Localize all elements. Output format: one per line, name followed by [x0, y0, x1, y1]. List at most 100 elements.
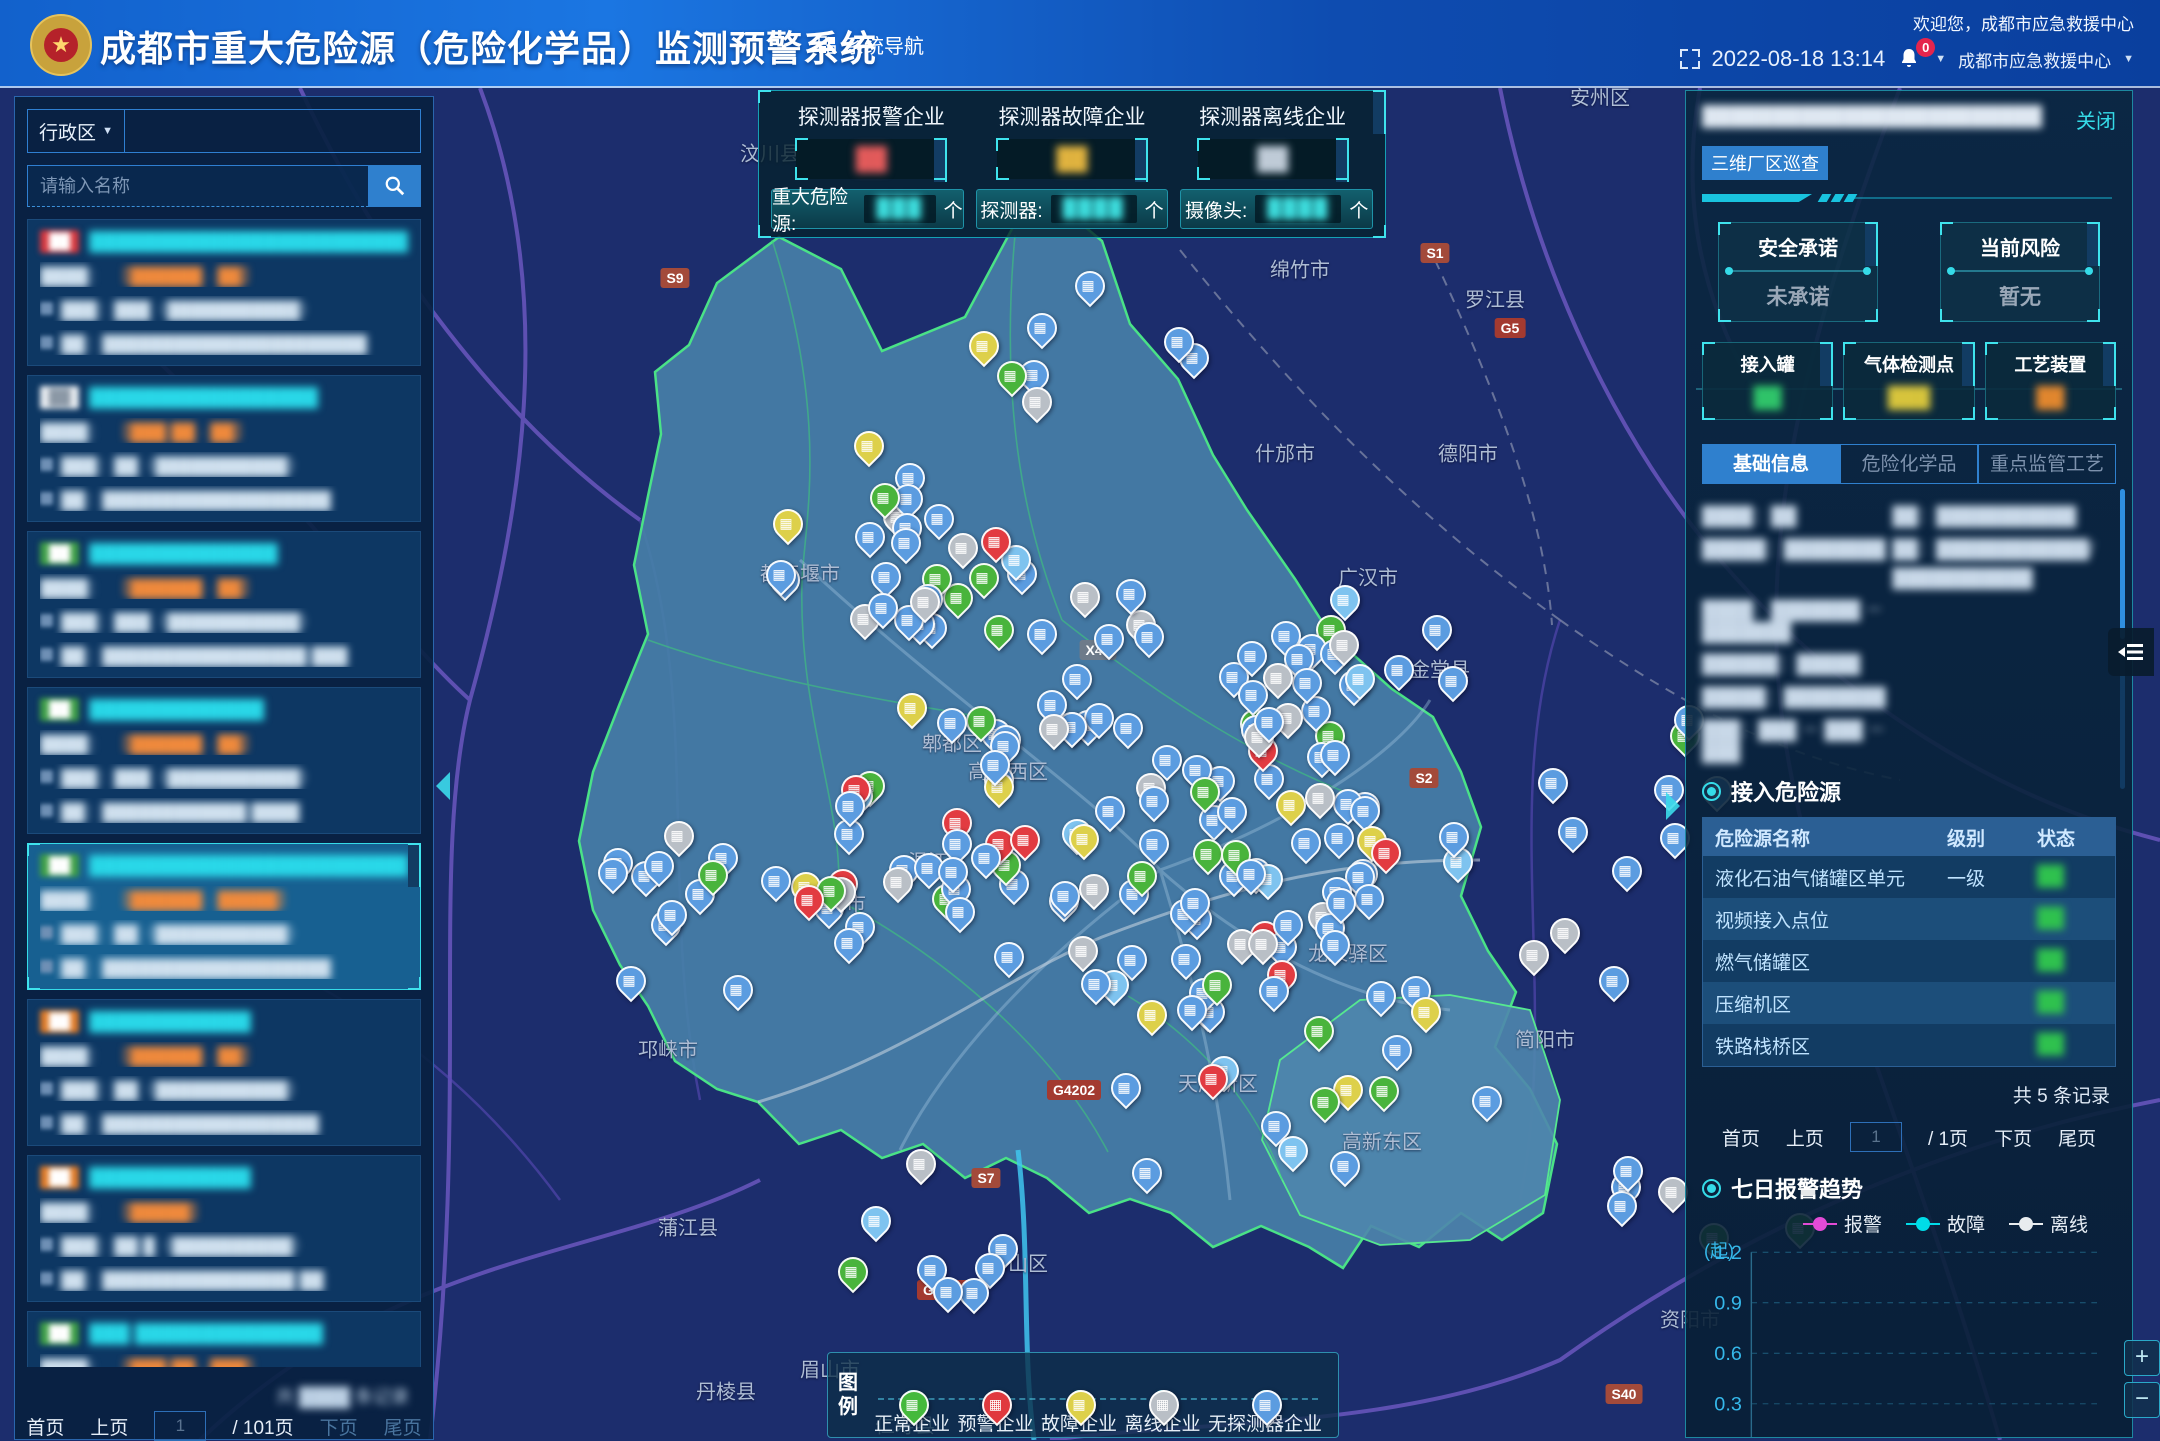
search-button[interactable] — [369, 165, 421, 207]
chevron-down-icon[interactable]: ▼ — [1935, 53, 1946, 65]
map-pin[interactable]: ▦ — [1234, 857, 1264, 897]
map-pin[interactable]: ▦ — [1369, 836, 1399, 876]
sidebar-collapse-handle[interactable] — [436, 772, 450, 800]
map-pin[interactable]: ▦ — [1188, 775, 1218, 815]
map-pin[interactable]: ▦ — [969, 841, 999, 881]
map-pin[interactable]: ▦ — [1380, 1033, 1410, 1073]
map-zoom-out-button[interactable]: − — [2124, 1382, 2160, 1418]
page-next[interactable]: 下页 — [320, 1413, 358, 1440]
map-pin[interactable]: ▦ — [1328, 583, 1358, 623]
map-pin[interactable]: ▦ — [1008, 823, 1038, 863]
map-pin[interactable]: ▦ — [1276, 1134, 1306, 1174]
map-pin[interactable]: ▦ — [1196, 1062, 1226, 1102]
map-pin[interactable]: ▦ — [1073, 269, 1103, 309]
map-pin[interactable]: ▦ — [1318, 738, 1348, 778]
page-prev[interactable]: 上页 — [90, 1413, 128, 1440]
chevron-down-icon[interactable]: ▼ — [2123, 53, 2134, 65]
map-pin[interactable]: ▦ — [1318, 928, 1348, 968]
region-filter-label[interactable]: 行政区▼ — [28, 110, 125, 152]
map-pin[interactable]: ▦ — [1308, 1085, 1338, 1125]
map-pin[interactable]: ▦ — [967, 329, 997, 369]
fullscreen-icon[interactable] — [1680, 49, 1700, 69]
3d-tour-button[interactable]: 三维厂区巡查 — [1702, 146, 1828, 180]
map-pin[interactable]: ▦ — [1150, 743, 1180, 783]
legend-item[interactable]: 离线 — [2009, 1210, 2088, 1237]
map-pin[interactable]: ▦ — [1246, 927, 1276, 967]
legend-item[interactable]: 故障 — [1906, 1210, 1985, 1237]
map-pin[interactable]: ▦ — [642, 849, 672, 889]
map-pin[interactable]: ▦ — [1436, 664, 1466, 704]
map-pin[interactable]: ▦ — [1178, 886, 1208, 926]
map-pin[interactable]: ▦ — [1536, 766, 1566, 806]
map-pin[interactable]: ▦ — [833, 789, 863, 829]
table-row[interactable]: 燃气储罐区 ██ — [1703, 940, 2115, 982]
region-filter[interactable]: 行政区▼ — [27, 109, 421, 153]
map-pin[interactable]: ▦ — [764, 558, 794, 598]
map-pin[interactable]: ▦ — [1252, 705, 1282, 745]
map-pin[interactable]: ▦ — [1137, 784, 1167, 824]
map-pin[interactable]: ▦ — [1548, 916, 1578, 956]
map-pin[interactable]: ▦ — [832, 926, 862, 966]
map-pin[interactable]: ▦ — [1382, 653, 1412, 693]
map-pin[interactable]: ▦ — [936, 855, 966, 895]
map-pin[interactable]: ▦ — [1597, 964, 1627, 1004]
map-pin[interactable]: ▦ — [1025, 617, 1055, 657]
map-pin[interactable]: ▦ — [1093, 794, 1123, 834]
map-pin[interactable]: ▦ — [1327, 628, 1357, 668]
page-next[interactable]: 下页 — [1994, 1124, 2032, 1151]
company-card[interactable]: ██ █████████████████ ████：【███ ██ · ██】 … — [27, 375, 421, 522]
map-pin[interactable]: ▦ — [1114, 577, 1144, 617]
map-pin[interactable]: ▦ — [946, 531, 976, 571]
notification-bell-icon[interactable]: 0 — [1897, 46, 1923, 72]
panel-toggle-button[interactable] — [2108, 628, 2154, 676]
map-pin[interactable]: ▦ — [759, 864, 789, 904]
map-pin[interactable]: ▦ — [881, 865, 911, 905]
map-pin[interactable]: ▦ — [895, 691, 925, 731]
map-pin[interactable]: ▦ — [1025, 311, 1055, 351]
nav-system-menu[interactable]: 系统导航 — [818, 30, 924, 59]
map-pin[interactable]: ▦ — [1048, 879, 1078, 919]
map-pin[interactable]: ▦ — [1290, 666, 1320, 706]
map-pin[interactable]: ▦ — [931, 1275, 961, 1315]
map-pin[interactable]: ▦ — [1324, 886, 1354, 926]
map-pin[interactable]: ▦ — [836, 1255, 866, 1295]
tab-0[interactable]: 基础信息 — [1702, 444, 1840, 484]
map-pin[interactable]: ▦ — [1135, 998, 1165, 1038]
map-pin[interactable]: ▦ — [866, 591, 896, 631]
map-pin[interactable]: ▦ — [992, 940, 1022, 980]
map-pin[interactable]: ▦ — [853, 520, 883, 560]
map-pin[interactable]: ▦ — [1082, 701, 1112, 741]
map-pin[interactable]: ▦ — [852, 429, 882, 469]
map-pin[interactable]: ▦ — [596, 856, 626, 896]
company-card[interactable]: ██ ████████████ ████：【█████】 ███：██ █（██… — [27, 1155, 421, 1302]
map-pin[interactable]: ▦ — [1109, 1071, 1139, 1111]
map-pin[interactable]: ▦ — [1343, 662, 1373, 702]
company-card[interactable]: ██ ███ ██████████████ ████：【███ ██ · ███… — [27, 1311, 421, 1367]
map-pin[interactable]: ▦ — [1235, 639, 1265, 679]
map-pin[interactable]: ▦ — [1289, 826, 1319, 866]
table-row[interactable]: 铁路栈桥区 ██ — [1703, 1024, 2115, 1066]
map-pin[interactable]: ▦ — [1420, 613, 1450, 653]
map-pin[interactable]: ▦ — [943, 895, 973, 935]
map-pin[interactable]: ▦ — [1605, 1189, 1635, 1229]
map-pin[interactable]: ▦ — [1130, 1156, 1160, 1196]
page-first[interactable]: 首页 — [1722, 1124, 1760, 1151]
table-row[interactable]: 压缩机区 ██ — [1703, 982, 2115, 1024]
search-input[interactable] — [27, 165, 369, 207]
map-pin[interactable]: ▦ — [1556, 815, 1586, 855]
page-prev[interactable]: 上页 — [1786, 1124, 1824, 1151]
company-card[interactable]: ██ ██████████████ ████：【██████ · ██】 ███… — [27, 531, 421, 678]
map-pin[interactable]: ▦ — [1132, 620, 1162, 660]
map-pin[interactable]: ▦ — [1079, 967, 1109, 1007]
table-row[interactable]: 液化石油气储罐区单元一级 ██ — [1703, 856, 2115, 898]
map-pin[interactable]: ▦ — [655, 898, 685, 938]
map-pin[interactable]: ▦ — [1364, 979, 1394, 1019]
map-pin[interactable]: ▦ — [979, 525, 1009, 565]
company-card[interactable]: ██ ████████████ ████：【██████ · ██】 ███：█… — [27, 999, 421, 1146]
map-pin[interactable]: ▦ — [1302, 1014, 1332, 1054]
map-pin[interactable]: ▦ — [1092, 622, 1122, 662]
tab-2[interactable]: 重点监管工艺 — [1978, 444, 2116, 484]
company-card[interactable]: ██ ███████████████████████████ ████：【███… — [27, 219, 421, 366]
page-input[interactable] — [154, 1411, 206, 1441]
map-pin[interactable]: ▦ — [995, 359, 1025, 399]
